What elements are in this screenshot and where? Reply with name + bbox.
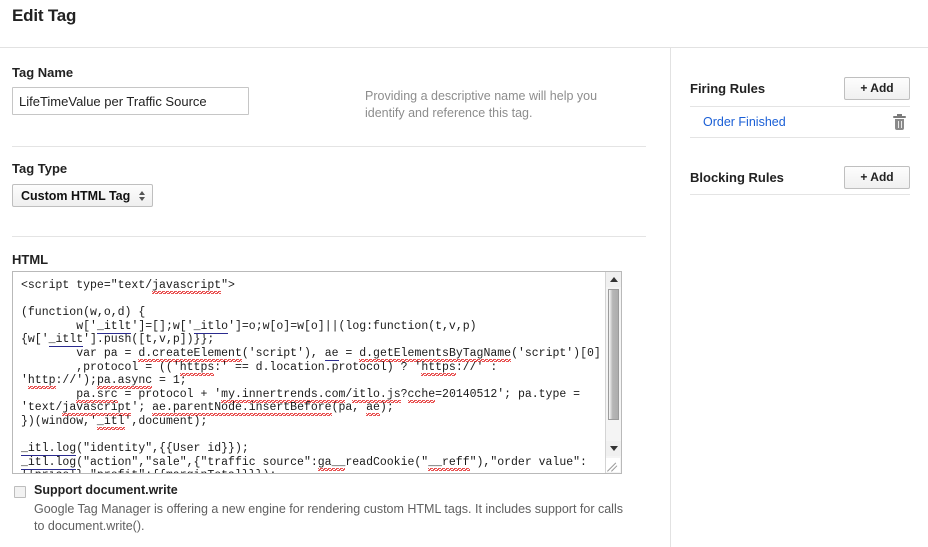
tag-name-label: Tag Name [12,65,74,80]
page-title: Edit Tag [12,6,77,25]
blocking-rules-divider [690,194,910,195]
add-firing-rule-button[interactable]: + Add [844,76,910,100]
html-label: HTML [12,252,49,267]
html-code-text[interactable]: <script type="text/javascript"> (functio… [13,272,605,473]
html-code-editor[interactable]: <script type="text/javascript"> (functio… [12,271,622,474]
edit-tag-page: Edit Tag Tag Name Providing a descriptiv… [0,0,928,547]
tag-form-column: Tag Name Providing a descriptive name wi… [0,48,670,547]
tag-name-input[interactable] [12,87,249,115]
chevron-up-icon [609,277,618,282]
support-document-write-label: Support document.write [34,483,178,497]
firing-rule-item: Order Finished [690,106,910,138]
tag-type-selected-value: Custom HTML Tag [21,188,131,203]
divider-after-tag-name [12,146,646,147]
blocking-rules-header: Blocking Rules + Add [690,160,910,194]
add-blocking-rule-button[interactable]: + Add [844,165,910,189]
firing-rules-title: Firing Rules [690,80,766,96]
rules-sidebar: Firing Rules + Add Order Finished Blocki… [671,48,928,547]
scroll-down-button[interactable] [606,441,621,456]
support-document-write-description: Google Tag Manager is offering a new eng… [34,502,623,533]
scrollbar-thumb[interactable] [608,289,619,420]
blocking-rules-title: Blocking Rules [690,169,784,185]
scroll-up-button[interactable] [606,272,621,287]
divider-after-tag-type [12,236,646,237]
firing-rule-link[interactable]: Order Finished [690,115,786,129]
select-updown-icon [139,190,146,201]
resize-handle[interactable] [606,458,620,472]
firing-rules-header: Firing Rules + Add [690,71,910,105]
code-editor-scrollbar[interactable] [605,272,621,473]
chevron-down-icon [609,446,618,451]
trash-icon[interactable] [893,113,906,130]
tag-type-select[interactable]: Custom HTML Tag [12,184,154,207]
support-document-write-checkbox[interactable] [14,486,26,498]
tag-name-help-text: Providing a descriptive name will help y… [365,89,598,120]
tag-type-label: Tag Type [12,161,68,176]
